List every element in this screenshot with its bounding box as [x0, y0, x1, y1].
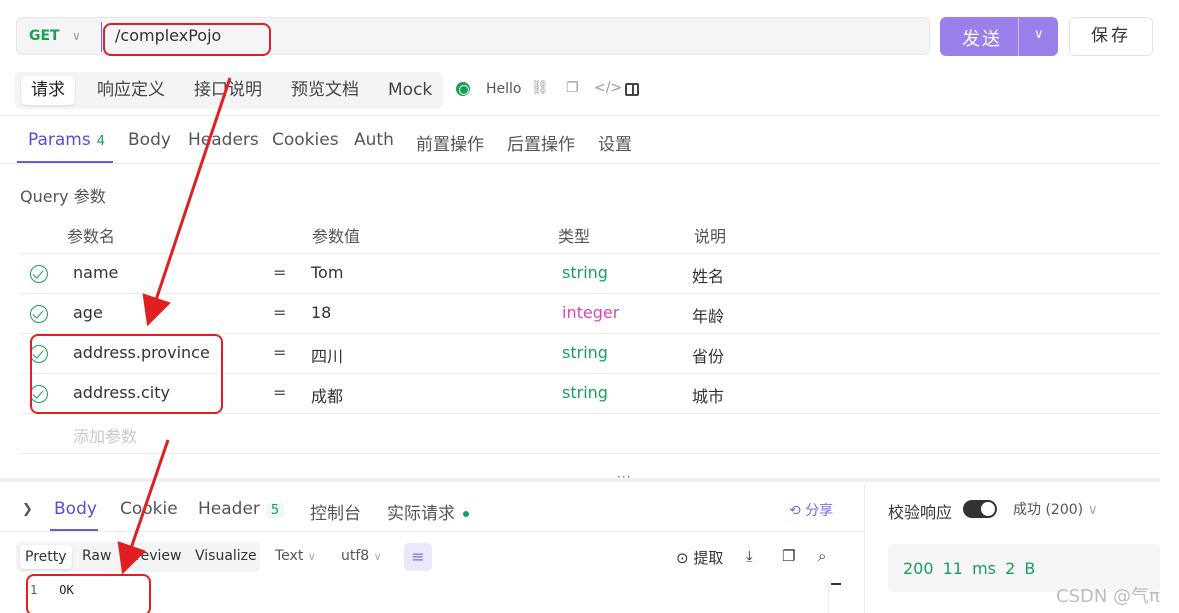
annotation-arrow: [142, 77, 232, 327]
annotation-arrow: [117, 439, 170, 575]
annotation-arrows: [117, 77, 232, 575]
